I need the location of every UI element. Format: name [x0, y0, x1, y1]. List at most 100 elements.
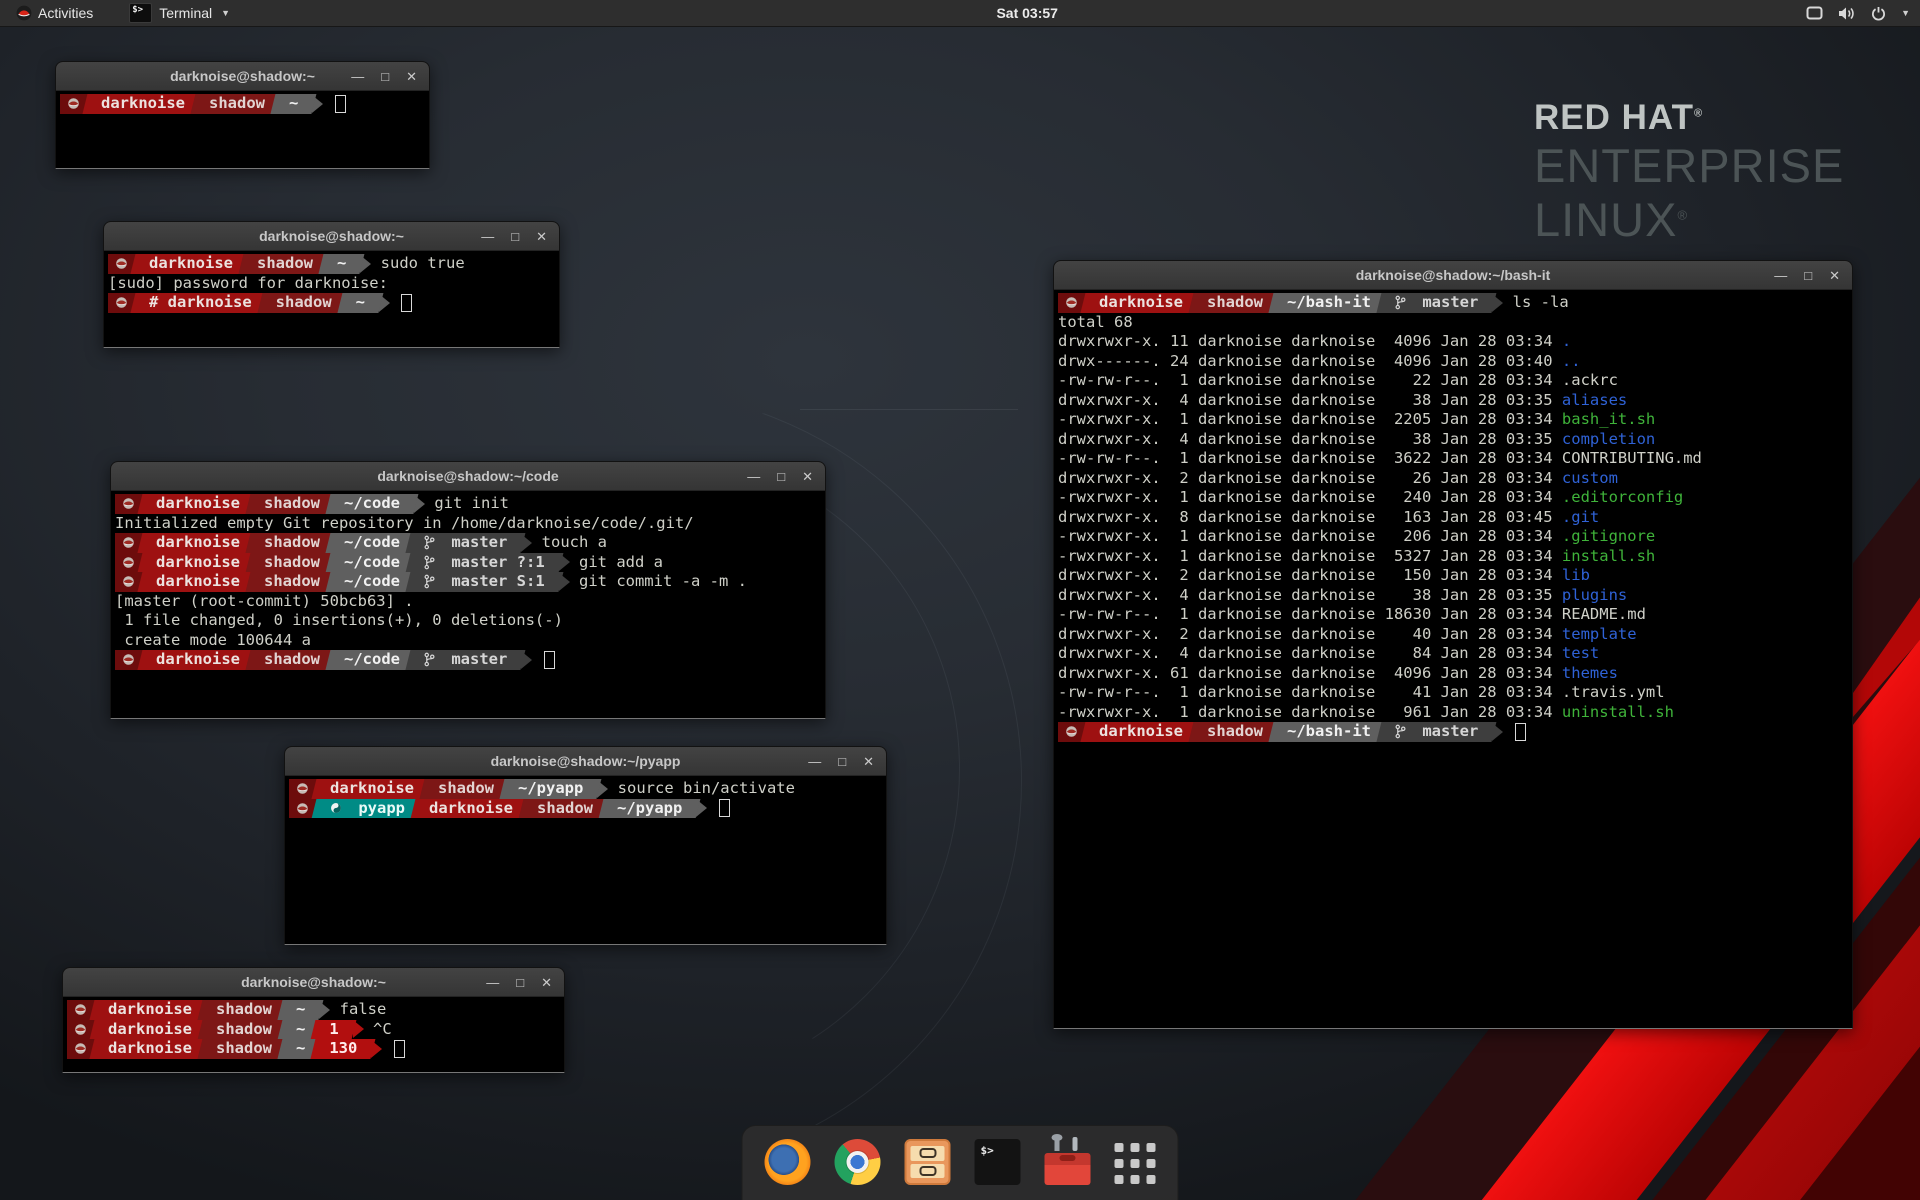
window-title: darknoise@shadow:~: [170, 68, 315, 84]
minimize-button[interactable]: —: [481, 230, 494, 243]
terminal-line: darknoiseshadow~ false: [67, 1000, 564, 1020]
terminal-text: [sudo] password for darknoise:: [108, 274, 397, 294]
terminal-text: plugins: [1562, 586, 1627, 606]
prompt-segment-host: shadow: [252, 494, 332, 514]
toolbox-icon[interactable]: [1045, 1141, 1091, 1187]
terminal-line: total 68: [1058, 313, 1852, 333]
logo-redhat-text: RED HAT: [1534, 98, 1694, 137]
prompt-segment-git-branch: master S:1: [412, 572, 557, 592]
terminal-window-home-2[interactable]: darknoise@shadow:~ — □ ✕ darknoiseshadow~ fa…: [62, 967, 565, 1073]
terminal-line: darknoiseshadow~/code master S:1 git com…: [115, 572, 825, 592]
terminal-icon[interactable]: $>: [975, 1139, 1021, 1185]
terminal-text: create mode 100644 a: [115, 631, 311, 651]
activities-button[interactable]: Activities: [8, 0, 101, 26]
terminal-content[interactable]: darknoiseshadow~/bash-it master ls -lato…: [1054, 290, 1852, 1031]
volume-icon[interactable]: [1838, 6, 1856, 21]
display-icon[interactable]: [1806, 6, 1823, 21]
close-button[interactable]: ✕: [863, 755, 874, 768]
terminal-text: drwx------. 24 darknoise darknoise 4096 …: [1058, 352, 1562, 372]
terminal-text: drwxrwxr-x. 2 darknoise darknoise 150 Ja…: [1058, 566, 1562, 586]
terminal-text: .: [1562, 332, 1571, 352]
minimize-button[interactable]: —: [747, 470, 760, 483]
terminal-text: git add a: [570, 553, 663, 573]
close-button[interactable]: ✕: [536, 230, 547, 243]
files-icon[interactable]: [905, 1139, 951, 1185]
terminal-text: drwxrwxr-x. 2 darknoise darknoise 26 Jan…: [1058, 469, 1562, 489]
power-icon[interactable]: [1871, 6, 1886, 21]
terminal-text: template: [1562, 625, 1637, 645]
terminal-line: darknoiseshadow~/pyapp source bin/activa…: [289, 779, 886, 799]
window-titlebar[interactable]: darknoise@shadow:~/bash-it — □ ✕: [1054, 261, 1852, 290]
terminal-line: drwxrwxr-x. 4 darknoise darknoise 84 Jan…: [1058, 644, 1852, 664]
minimize-button[interactable]: —: [808, 755, 821, 768]
desktop: { "topbar": { "activities_label": "Activ…: [0, 0, 1920, 1200]
git-branch-icon: [1395, 724, 1406, 739]
terminal-line: darknoiseshadow~: [60, 94, 429, 114]
maximize-button[interactable]: □: [838, 755, 846, 768]
terminal-window-home-1[interactable]: darknoise@shadow:~ — □ ✕ darknoiseshadow~: [55, 61, 430, 169]
prompt-segment-user: # darknoise: [137, 293, 264, 313]
window-titlebar[interactable]: darknoise@shadow:~/code—□✕: [111, 462, 825, 491]
terminal-line: -rw-rw-r--. 1 darknoise darknoise 3622 J…: [1058, 449, 1852, 469]
prompt-segment-user: darknoise: [1087, 293, 1195, 313]
terminal-text: -rw-rw-r--. 1 darknoise darknoise 18630 …: [1058, 605, 1646, 625]
terminal-text: drwxrwxr-x. 61 darknoise darknoise 4096 …: [1058, 664, 1562, 684]
terminal-window-sudo[interactable]: darknoise@shadow:~—□✕darknoiseshadow~ su…: [103, 221, 560, 348]
window-title: darknoise@shadow:~/pyapp: [491, 753, 681, 769]
python-icon: [330, 802, 342, 814]
terminal-content[interactable]: darknoiseshadow~/code git initInitialize…: [111, 491, 825, 721]
terminal-window-code[interactable]: darknoise@shadow:~/code—□✕darknoiseshado…: [110, 461, 826, 719]
terminal-line: -rwxrwxr-x. 1 darknoise darknoise 206 Ja…: [1058, 527, 1852, 547]
window-titlebar[interactable]: darknoise@shadow:~—□✕: [104, 222, 559, 251]
terminal-text: .git: [1562, 508, 1599, 528]
prompt-segment-path: ~/code: [332, 533, 412, 553]
chevron-down-icon[interactable]: ▼: [1901, 8, 1910, 18]
maximize-button[interactable]: □: [1804, 269, 1812, 282]
terminal-content[interactable]: darknoiseshadow~: [56, 91, 429, 171]
prompt-segment-git-branch: master: [1383, 722, 1490, 742]
app-menu-terminal[interactable]: $> Terminal ▼: [123, 0, 236, 26]
terminal-cursor: [394, 1040, 405, 1058]
firefox-icon[interactable]: [765, 1139, 811, 1185]
terminal-line: -rw-rw-r--. 1 darknoise darknoise 41 Jan…: [1058, 683, 1852, 703]
terminal-content[interactable]: darknoiseshadow~/pyapp source bin/activa…: [285, 776, 886, 947]
minimize-button[interactable]: —: [1774, 269, 1787, 282]
window-titlebar[interactable]: darknoise@shadow:~/pyapp — □ ✕: [285, 747, 886, 776]
terminal-line: darknoiseshadow~/bash-it master ls -la: [1058, 293, 1852, 313]
app-grid-icon[interactable]: [1115, 1143, 1156, 1184]
minimize-button[interactable]: —: [486, 976, 499, 989]
terminal-text: [532, 650, 541, 670]
terminal-text: [master (root-commit) 50bcb63] .: [115, 592, 414, 612]
terminal-text: sudo true: [371, 254, 464, 274]
git-branch-icon: [424, 535, 435, 550]
minimize-button[interactable]: —: [351, 70, 364, 83]
close-button[interactable]: ✕: [541, 976, 552, 989]
close-button[interactable]: ✕: [1829, 269, 1840, 282]
maximize-button[interactable]: □: [381, 70, 389, 83]
window-titlebar[interactable]: darknoise@shadow:~ — □ ✕: [63, 968, 564, 997]
maximize-button[interactable]: □: [511, 230, 519, 243]
prompt-segment-user: darknoise: [1087, 722, 1195, 742]
terminal-content[interactable]: darknoiseshadow~ falsedarknoiseshadow~1 …: [63, 997, 564, 1075]
terminal-text: drwxrwxr-x. 4 darknoise darknoise 38 Jan…: [1058, 391, 1562, 411]
window-title: darknoise@shadow:~: [241, 974, 386, 990]
terminal-cursor: [335, 95, 346, 113]
window-title: darknoise@shadow:~/bash-it: [1356, 267, 1551, 283]
terminal-text: uninstall.sh: [1562, 703, 1674, 723]
prompt-segment-path: ~/code: [332, 494, 412, 514]
terminal-line: darknoiseshadow~/code master touch a: [115, 533, 825, 553]
close-button[interactable]: ✕: [406, 70, 417, 83]
terminal-window-bash-it[interactable]: darknoise@shadow:~/bash-it — □ ✕ darknoisesh…: [1053, 260, 1853, 1029]
prompt-segment-exit: 1: [317, 1020, 350, 1040]
prompt-segment-path: ~/code: [332, 572, 412, 592]
window-titlebar[interactable]: darknoise@shadow:~ — □ ✕: [56, 62, 429, 91]
terminal-content[interactable]: darknoiseshadow~ sudo true[sudo] passwor…: [104, 251, 559, 350]
close-button[interactable]: ✕: [802, 470, 813, 483]
maximize-button[interactable]: □: [777, 470, 785, 483]
maximize-button[interactable]: □: [516, 976, 524, 989]
clock[interactable]: Sat 03:57: [996, 5, 1057, 21]
terminal-text: [390, 293, 399, 313]
chrome-icon[interactable]: [835, 1139, 881, 1185]
terminal-window-pyapp[interactable]: darknoise@shadow:~/pyapp — □ ✕ darknoiseshad…: [284, 746, 887, 945]
terminal-text: drwxrwxr-x. 4 darknoise darknoise 38 Jan…: [1058, 586, 1562, 606]
